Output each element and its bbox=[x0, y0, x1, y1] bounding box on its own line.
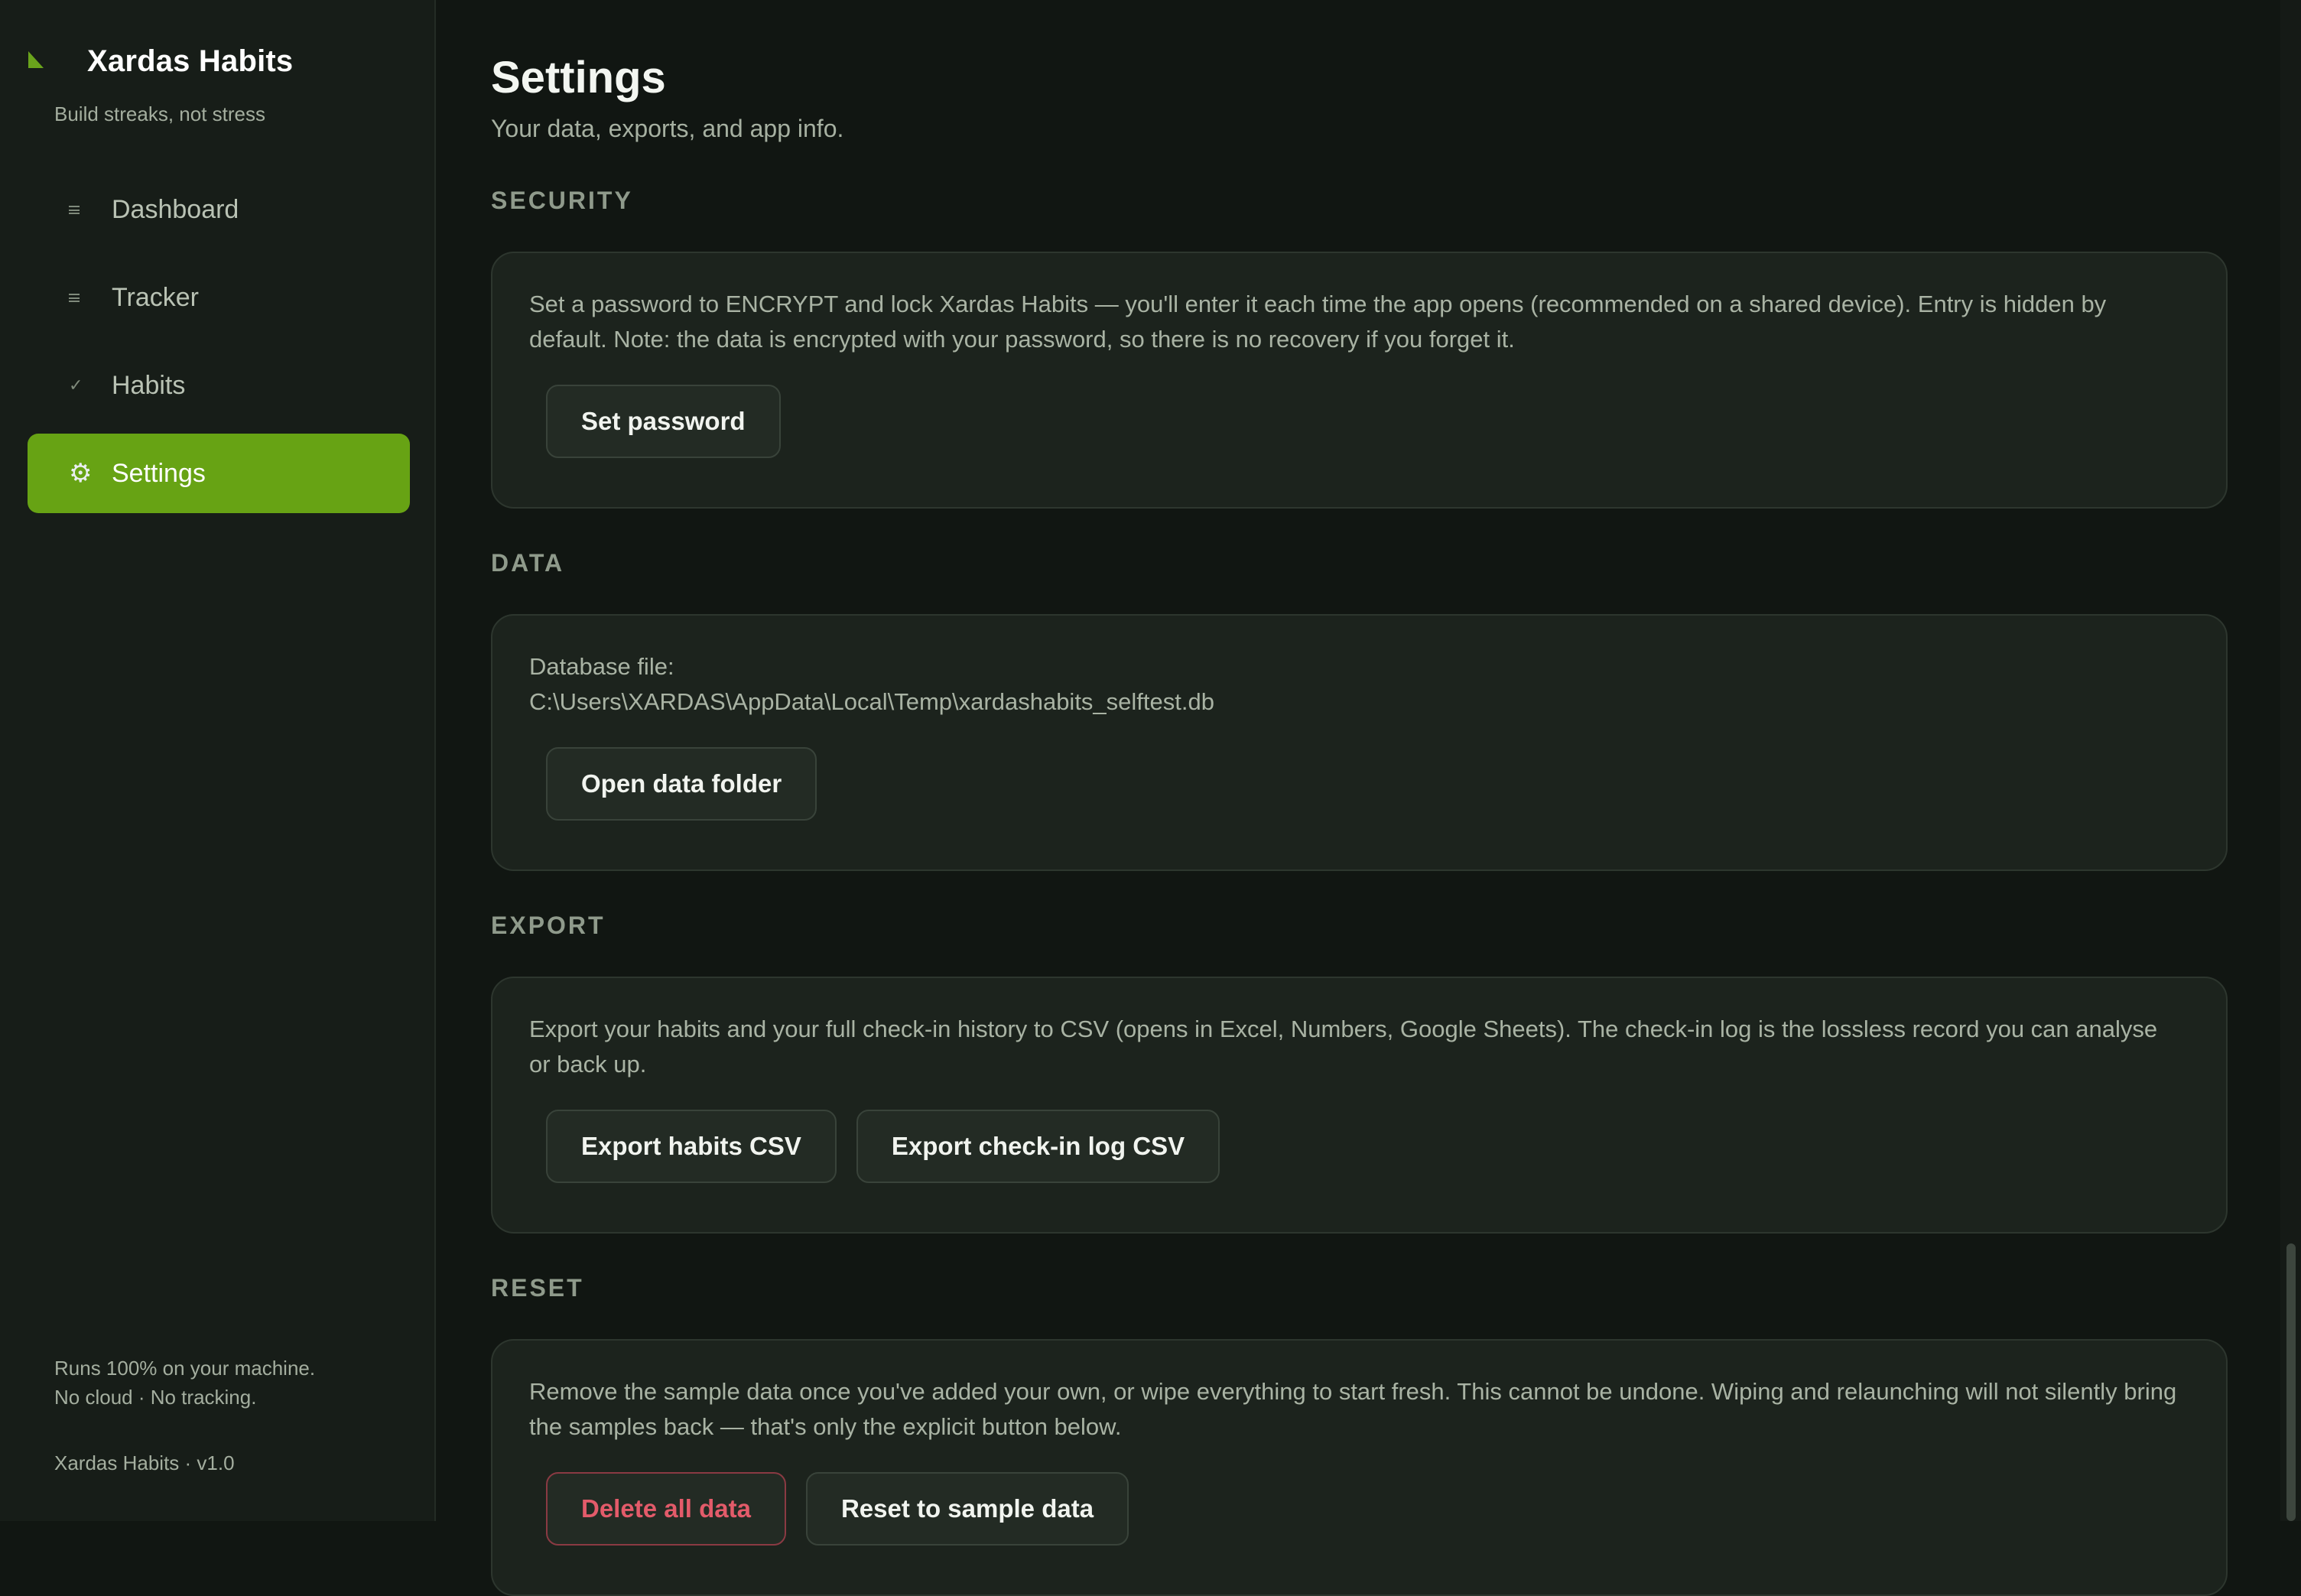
security-description: Set a password to ENCRYPT and lock Xarda… bbox=[529, 291, 2107, 353]
data-card: Database file: C:\Users\XARDAS\AppData\L… bbox=[491, 614, 2228, 871]
reset-actions: Delete all data Reset to sample data bbox=[546, 1472, 1129, 1546]
sidebar-item-settings[interactable]: ⚙ Settings bbox=[28, 434, 410, 513]
security-card: Set a password to ENCRYPT and lock Xarda… bbox=[491, 252, 2228, 509]
section-heading-export: EXPORT bbox=[491, 912, 606, 939]
dashboard-icon bbox=[69, 205, 99, 214]
sidebar-item-label: Habits bbox=[112, 370, 186, 400]
scrollbar-thumb[interactable] bbox=[2286, 1243, 2296, 1521]
sidebar-item-dashboard[interactable]: Dashboard bbox=[28, 170, 410, 249]
export-actions: Export habits CSV Export check-in log CS… bbox=[546, 1110, 1220, 1183]
page-subtitle: Your data, exports, and app info. bbox=[491, 115, 844, 142]
data-actions: Open data folder bbox=[546, 747, 817, 821]
export-card: Export your habits and your full check-i… bbox=[491, 977, 2228, 1234]
section-heading-data: DATA bbox=[491, 549, 565, 577]
vertical-scrollbar[interactable] bbox=[2280, 0, 2301, 1521]
tracker-icon bbox=[69, 293, 99, 302]
app-version: Xardas Habits · v1.0 bbox=[54, 1451, 235, 1474]
export-habits-csv-button[interactable]: Export habits CSV bbox=[546, 1110, 837, 1183]
brand: Xardas Habits bbox=[28, 44, 293, 79]
settings-page: Settings Your data, exports, and app inf… bbox=[437, 0, 2280, 1596]
privacy-note: Runs 100% on your machine. No cloud · No… bbox=[54, 1354, 315, 1412]
section-heading-security: SECURITY bbox=[491, 187, 633, 214]
reset-description: Remove the sample data once you've added… bbox=[529, 1378, 2177, 1440]
sidebar-item-label: Settings bbox=[112, 458, 206, 488]
database-file-path: C:\Users\XARDAS\AppData\Local\Temp\xarda… bbox=[529, 688, 1214, 715]
export-checkin-log-csv-button[interactable]: Export check-in log CSV bbox=[856, 1110, 1220, 1183]
app-tagline: Build streaks, not stress bbox=[54, 102, 265, 125]
check-icon: ✓ bbox=[69, 375, 83, 395]
privacy-note-line: No cloud · No tracking. bbox=[54, 1386, 257, 1409]
sidebar-item-tracker[interactable]: Tracker bbox=[28, 258, 410, 337]
sidebar-nav: Dashboard Tracker ✓ Habits ⚙ Settings bbox=[28, 170, 410, 522]
sidebar: Xardas Habits Build streaks, not stress … bbox=[0, 0, 436, 1521]
reset-to-sample-data-button[interactable]: Reset to sample data bbox=[805, 1472, 1129, 1546]
page-title: Settings bbox=[491, 53, 666, 102]
gear-icon: ⚙ bbox=[69, 459, 93, 488]
export-description: Export your habits and your full check-i… bbox=[529, 1016, 2158, 1078]
app-title: Xardas Habits bbox=[87, 44, 294, 78]
database-info: Database file: C:\Users\XARDAS\AppData\L… bbox=[529, 649, 2181, 720]
set-password-button[interactable]: Set password bbox=[546, 385, 781, 458]
open-data-folder-button[interactable]: Open data folder bbox=[546, 747, 817, 821]
privacy-note-line: Runs 100% on your machine. bbox=[54, 1357, 316, 1380]
section-heading-reset: RESET bbox=[491, 1274, 584, 1302]
delete-all-data-button[interactable]: Delete all data bbox=[546, 1472, 786, 1546]
database-file-label: Database file: bbox=[529, 653, 674, 680]
security-actions: Set password bbox=[546, 385, 781, 458]
reset-card: Remove the sample data once you've added… bbox=[491, 1339, 2228, 1596]
sidebar-item-habits[interactable]: ✓ Habits bbox=[28, 346, 410, 425]
sidebar-item-label: Dashboard bbox=[112, 194, 239, 224]
logo-icon bbox=[28, 50, 44, 68]
sidebar-item-label: Tracker bbox=[112, 282, 199, 312]
